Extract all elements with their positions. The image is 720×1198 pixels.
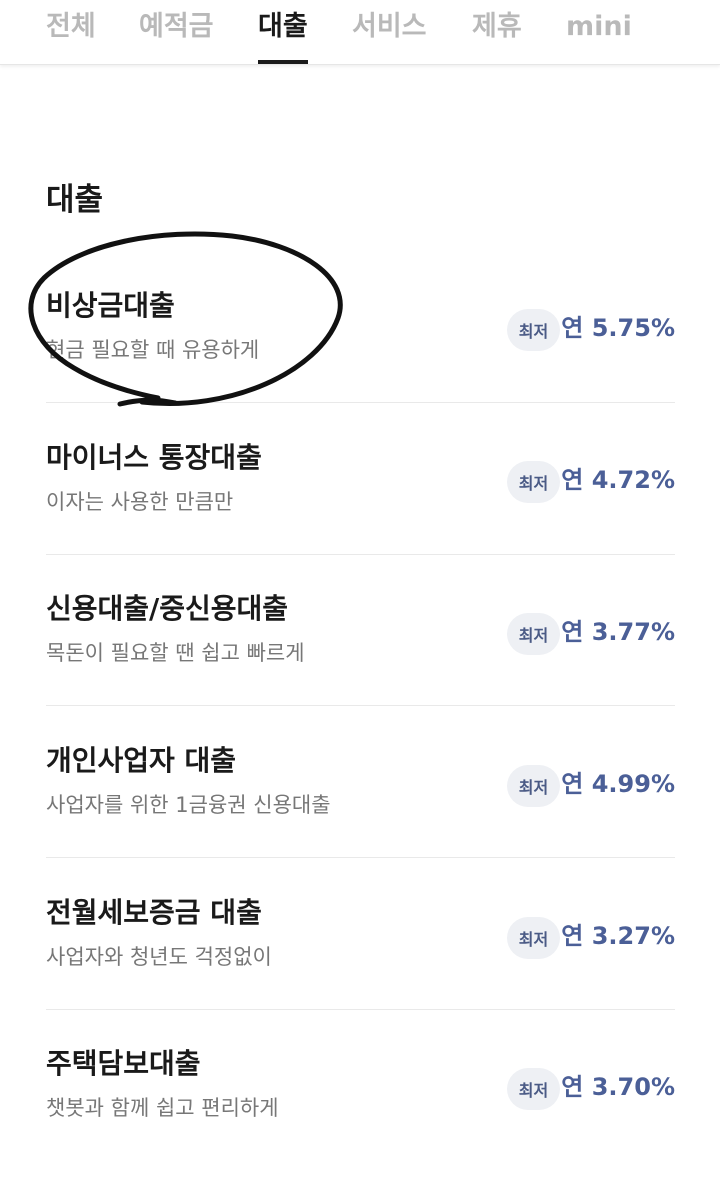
tab-savings[interactable]: 예적금 xyxy=(139,10,214,64)
loan-item-credit[interactable]: 신용대출/중신용대출 목돈이 필요할 땐 쉽고 빠르게 최저 연 3.77% xyxy=(46,591,675,743)
loan-item-emergency[interactable]: 비상금대출 현금 필요할 때 유용하게 최저 연 5.75% xyxy=(46,288,675,440)
loan-item-business[interactable]: 개인사업자 대출 사업자를 위한 1금융권 신용대출 최저 연 4.99% xyxy=(46,743,675,895)
loan-rate: 연 4.99% xyxy=(561,770,675,798)
tab-partners-label: 제휴 xyxy=(472,11,522,42)
loan-item-mortgage[interactable]: 주택담보대출 챗봇과 함께 쉽고 편리하게 최저 연 3.70% xyxy=(46,1046,675,1198)
lowest-badge: 최저 xyxy=(507,1068,560,1110)
lowest-badge: 최저 xyxy=(507,765,560,807)
tab-loans-label: 대출 xyxy=(258,11,308,42)
divider xyxy=(46,402,675,403)
loan-rate: 연 3.77% xyxy=(561,618,675,646)
lowest-badge: 최저 xyxy=(507,461,560,503)
tab-loans[interactable]: 대출 xyxy=(258,10,308,64)
lowest-badge: 최저 xyxy=(507,613,560,655)
loan-rate: 연 3.27% xyxy=(561,922,675,950)
divider xyxy=(46,554,675,555)
loan-title: 신용대출/중신용대출 xyxy=(46,592,289,625)
tab-mini-label: mini xyxy=(566,11,632,42)
loan-title: 비상금대출 xyxy=(46,289,175,322)
loan-rate: 연 4.72% xyxy=(561,466,675,494)
divider xyxy=(46,705,675,706)
loan-subtitle: 사업자를 위한 1금융권 신용대출 xyxy=(46,793,331,817)
loan-item-overdraft[interactable]: 마이너스 통장대출 이자는 사용한 만큼만 최저 연 4.72% xyxy=(46,440,675,592)
loan-title: 전월세보증금 대출 xyxy=(46,896,262,929)
loan-subtitle: 챗봇과 함께 쉽고 편리하게 xyxy=(46,1096,279,1120)
section-title: 대출 xyxy=(46,182,104,218)
loan-subtitle: 이자는 사용한 만큼만 xyxy=(46,490,234,514)
tab-mini[interactable]: mini xyxy=(566,10,632,64)
tab-bar: 전체 예적금 대출 서비스 제휴 mini xyxy=(0,0,720,65)
tab-services-label: 서비스 xyxy=(352,11,427,42)
tab-all-label: 전체 xyxy=(46,11,96,42)
tab-savings-label: 예적금 xyxy=(139,11,214,42)
loan-title: 개인사업자 대출 xyxy=(46,744,237,777)
active-tab-indicator xyxy=(258,60,308,64)
loan-subtitle: 목돈이 필요할 땐 쉽고 빠르게 xyxy=(46,641,305,665)
lowest-badge: 최저 xyxy=(507,917,560,959)
tab-all[interactable]: 전체 xyxy=(46,10,96,64)
loan-subtitle: 사업자와 청년도 걱정없이 xyxy=(46,945,272,969)
loan-rate: 연 3.70% xyxy=(561,1073,675,1101)
tab-partners[interactable]: 제휴 xyxy=(472,10,522,64)
loan-title: 주택담보대출 xyxy=(46,1047,201,1080)
tab-services[interactable]: 서비스 xyxy=(352,10,427,64)
loan-item-jeonse[interactable]: 전월세보증금 대출 사업자와 청년도 걱정없이 최저 연 3.27% xyxy=(46,895,675,1047)
loan-rate: 연 5.75% xyxy=(561,314,675,342)
lowest-badge: 최저 xyxy=(507,309,560,351)
loan-title: 마이너스 통장대출 xyxy=(46,441,262,474)
loan-subtitle: 현금 필요할 때 유용하게 xyxy=(46,338,260,362)
divider xyxy=(46,1009,675,1010)
divider xyxy=(46,857,675,858)
